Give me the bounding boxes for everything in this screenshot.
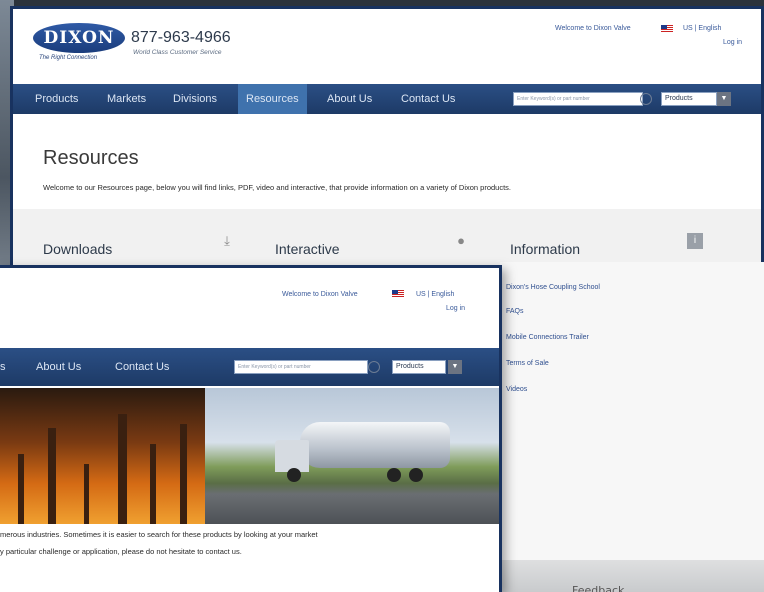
refinery-tower	[84, 464, 89, 524]
tanker-tank	[300, 422, 450, 468]
interactive-heading: Interactive	[275, 241, 340, 257]
resources-page-window: DIXON The Right Connection 877-963-4966 …	[10, 6, 764, 268]
nav-markets[interactable]: Markets	[99, 84, 154, 114]
dixon-logo[interactable]: DIXON	[33, 23, 125, 53]
markets-intro-line-1: merous industries. Sometimes it is easie…	[0, 530, 318, 539]
product-select-2[interactable]: Products	[392, 360, 446, 374]
wheel	[409, 468, 423, 482]
logo-tagline: The Right Connection	[39, 55, 98, 61]
refinery-tower	[18, 454, 24, 524]
refinery-tower	[118, 414, 127, 524]
login-link-2[interactable]: Log in	[446, 305, 465, 312]
nav-about-us-2[interactable]: About Us	[28, 348, 89, 386]
refinery-tower	[180, 424, 187, 524]
sections-band	[13, 209, 761, 265]
nav-contact-us[interactable]: Contact Us	[393, 84, 463, 114]
us-flag-icon	[661, 25, 673, 33]
wheel	[287, 468, 301, 482]
downloads-heading: Downloads	[43, 241, 113, 257]
language-link-2[interactable]: US | English	[416, 291, 454, 298]
globe-icon[interactable]: ●	[453, 233, 469, 249]
nav-partial-item[interactable]: s	[0, 348, 14, 386]
search-input-2[interactable]: Enter Keyword(s) or part number	[234, 360, 368, 374]
markets-intro-line-2: y particular challenge or application, p…	[0, 547, 242, 556]
login-link[interactable]: Log in	[723, 39, 742, 46]
tanker-truck-image	[205, 388, 499, 524]
refinery-tower	[48, 428, 56, 524]
background-feedback-area	[500, 560, 764, 592]
info-icon[interactable]: i	[687, 233, 703, 249]
search-input[interactable]: Enter Keyword(s) or part number	[513, 92, 643, 106]
link-videos[interactable]: Videos	[506, 386, 527, 393]
us-flag-icon-2	[392, 290, 404, 298]
site-header: DIXON The Right Connection 877-963-4966 …	[13, 9, 761, 81]
chevron-down-icon[interactable]: ▼	[717, 92, 731, 106]
nav-resources[interactable]: Resources	[238, 84, 307, 114]
main-nav: Products Markets Divisions Resources Abo…	[13, 84, 761, 114]
welcome-text-2: Welcome to Dixon Valve	[282, 291, 358, 298]
link-hose-coupling-school[interactable]: Dixon's Hose Coupling School	[506, 284, 600, 291]
page-title: Resources	[43, 147, 139, 169]
nav-products[interactable]: Products	[27, 84, 86, 114]
nav-about-us[interactable]: About Us	[319, 84, 380, 114]
refinery-tower	[150, 444, 156, 524]
refinery-image	[0, 388, 210, 524]
nav-contact-us-2[interactable]: Contact Us	[107, 348, 177, 386]
welcome-text: Welcome to Dixon Valve	[555, 25, 631, 32]
download-icon[interactable]: ⤓	[219, 233, 235, 249]
nav-divisions[interactable]: Divisions	[165, 84, 225, 114]
feedback-tab[interactable]: Feedback	[572, 584, 624, 592]
information-heading: Information	[510, 241, 581, 257]
search-icon[interactable]	[640, 93, 652, 105]
information-links-column: Dixon's Hose Coupling School FAQs Mobile…	[500, 262, 764, 560]
service-tagline: World Class Customer Service	[133, 49, 222, 56]
product-select[interactable]: Products	[661, 92, 717, 106]
search-icon-2[interactable]	[368, 361, 380, 373]
link-terms-of-sale[interactable]: Terms of Sale	[506, 360, 549, 367]
page-intro: Welcome to our Resources page, below you…	[43, 183, 512, 192]
markets-page-window: Welcome to Dixon Valve US | English Log …	[0, 265, 502, 592]
main-nav-2: s About Us Contact Us Enter Keyword(s) o…	[0, 348, 499, 386]
wheel	[387, 468, 401, 482]
phone-number: 877-963-4966	[131, 29, 231, 46]
link-mobile-connections-trailer[interactable]: Mobile Connections Trailer	[506, 334, 589, 341]
language-link[interactable]: US | English	[683, 25, 721, 32]
chevron-down-icon-2[interactable]: ▼	[448, 360, 462, 374]
link-faqs[interactable]: FAQs	[506, 308, 524, 315]
